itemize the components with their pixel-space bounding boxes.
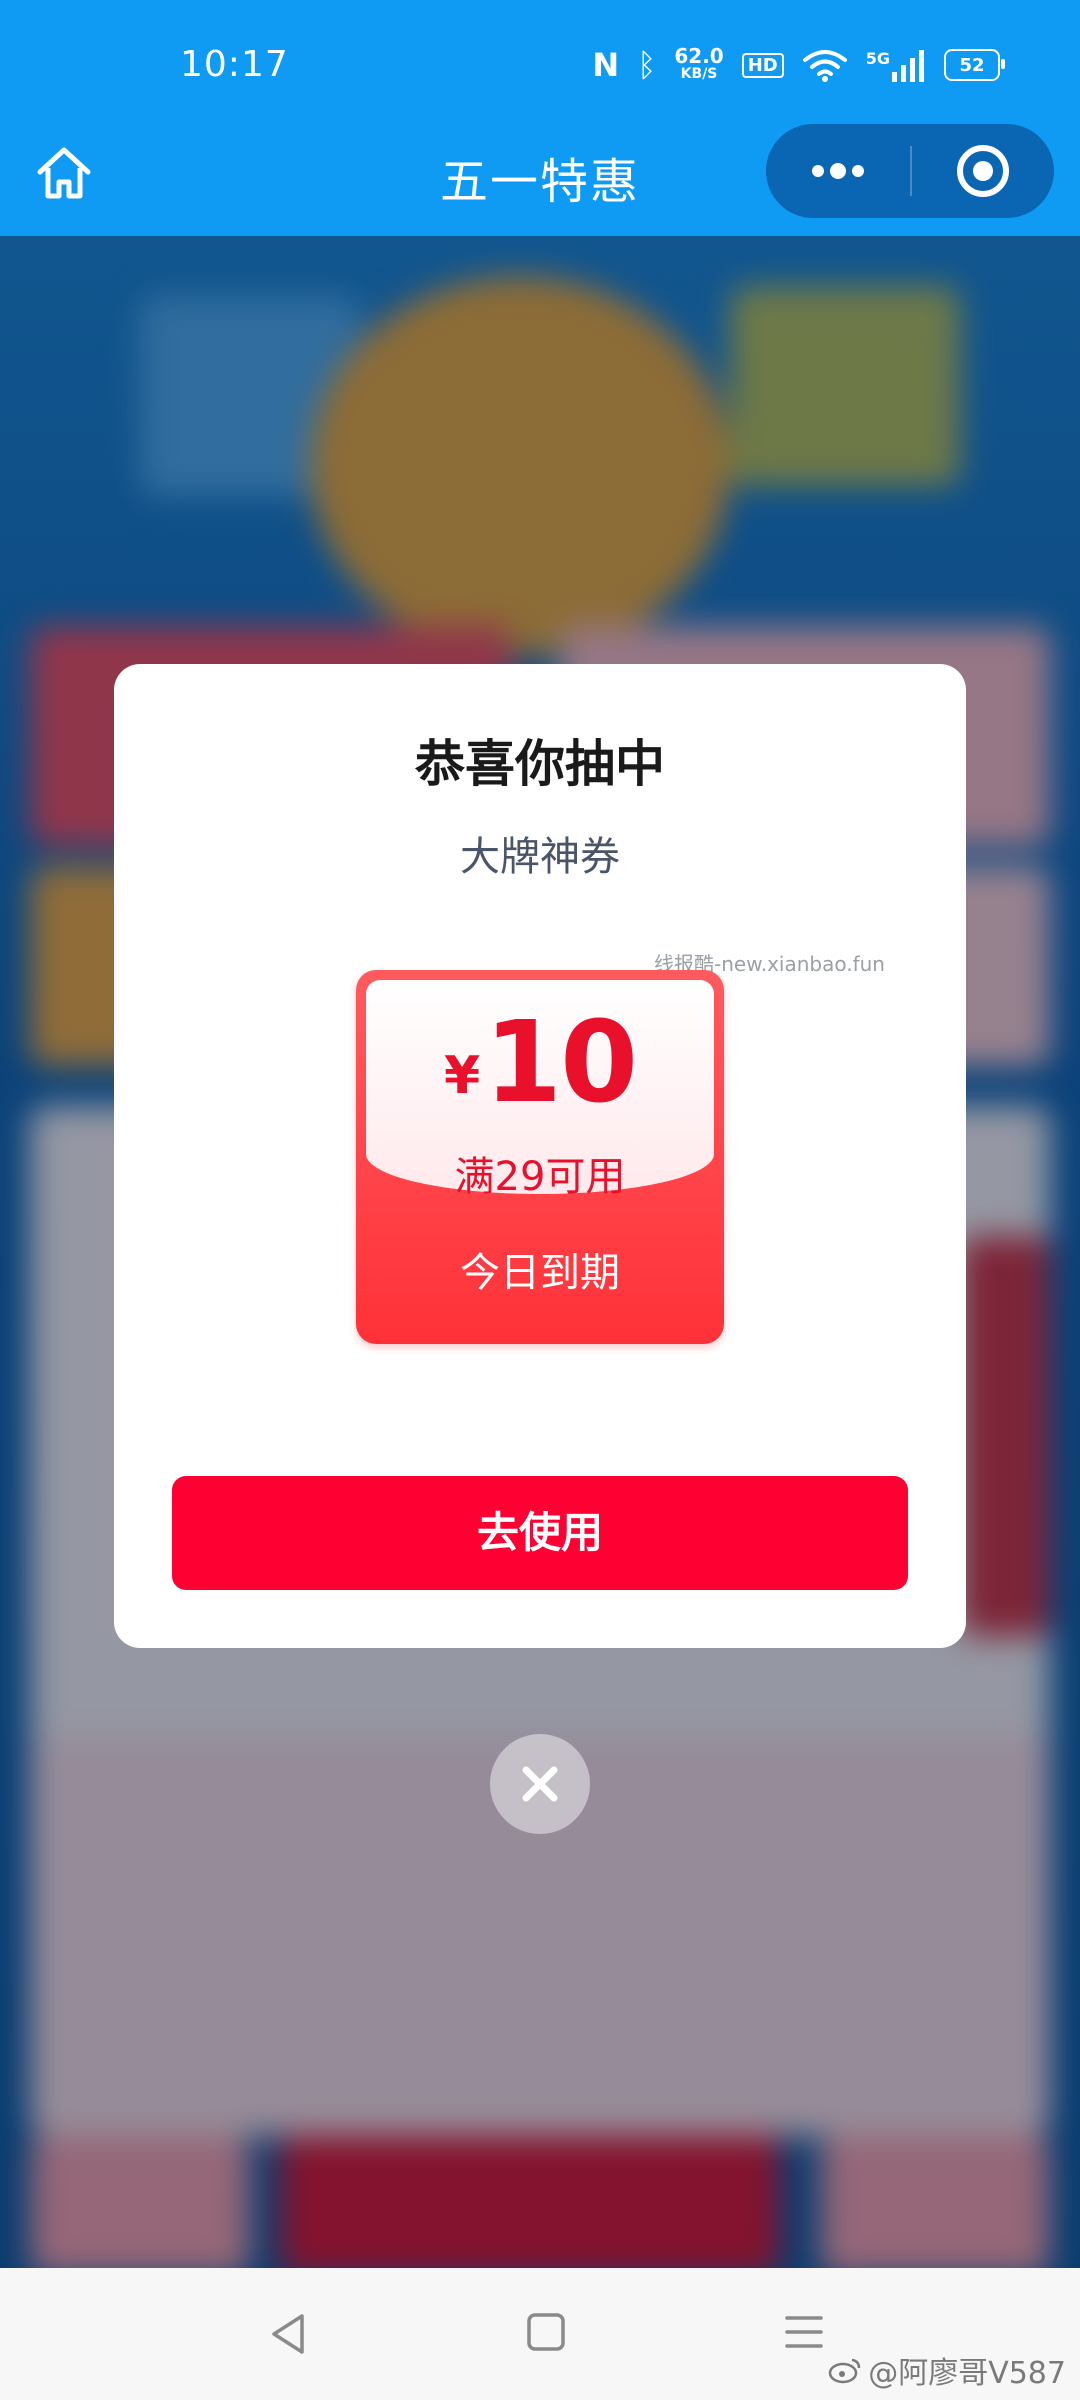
bluetooth-icon: ᛒ xyxy=(637,46,657,84)
status-time: 10:17 xyxy=(180,44,289,85)
coupon-condition: 满29可用 xyxy=(454,1154,626,1200)
prize-modal: 恭喜你抽中 大牌神券 线报酷-new.xianbao.fun ¥10 满29可用… xyxy=(114,664,966,1648)
coupon-top: ¥10 满29可用 xyxy=(366,980,714,1200)
coupon-expiry: 今日到期 xyxy=(460,1250,620,1296)
signal-5g-icon: 5G xyxy=(866,49,926,82)
footer-watermark-text: @阿廖哥V587 xyxy=(868,2356,1066,2391)
coupon-amount: ¥10 xyxy=(366,998,714,1128)
network-type: 5G xyxy=(865,48,890,68)
menu-lines-icon xyxy=(785,2316,823,2348)
modal-title: 恭喜你抽中 xyxy=(415,735,665,793)
system-home-button[interactable] xyxy=(526,2312,566,2356)
use-coupon-button[interactable]: 去使用 xyxy=(172,1476,908,1590)
net-speed: 62.0 KB/S xyxy=(674,46,723,83)
target-icon xyxy=(957,145,1009,197)
close-modal-button[interactable] xyxy=(490,1734,590,1834)
home-square-icon xyxy=(527,2313,565,2351)
coupon-value: 10 xyxy=(484,998,638,1128)
wifi-icon xyxy=(802,48,848,82)
close-miniprogram-button[interactable] xyxy=(912,124,1054,218)
battery-indicator: 52 xyxy=(944,49,1005,81)
more-dots-icon xyxy=(812,163,864,179)
nav-bar: 五一特惠 xyxy=(0,120,1080,236)
system-menu-button[interactable] xyxy=(784,2312,824,2356)
footer-watermark: @阿廖哥V587 xyxy=(828,2348,1066,2392)
hd-badge: HD xyxy=(741,52,784,78)
currency-symbol: ¥ xyxy=(443,1046,481,1106)
nfc-icon: N xyxy=(592,46,620,84)
back-triangle-icon xyxy=(272,2314,304,2354)
capsule-menu xyxy=(766,124,1054,218)
close-icon xyxy=(522,1766,558,1802)
modal-subtitle: 大牌神券 xyxy=(460,834,620,880)
system-nav-bar: @阿廖哥V587 xyxy=(0,2268,1080,2400)
system-back-button[interactable] xyxy=(268,2312,308,2360)
weibo-icon xyxy=(828,2358,861,2384)
status-icons: N ᛒ 62.0 KB/S HD 5G 52 xyxy=(592,46,1005,84)
coupon-card: ¥10 满29可用 今日到期 xyxy=(356,970,724,1344)
net-speed-unit: KB/S xyxy=(680,66,718,82)
status-bar: 10:17 N ᛒ 62.0 KB/S HD 5G 52 xyxy=(0,0,1080,140)
more-button[interactable] xyxy=(766,124,910,218)
